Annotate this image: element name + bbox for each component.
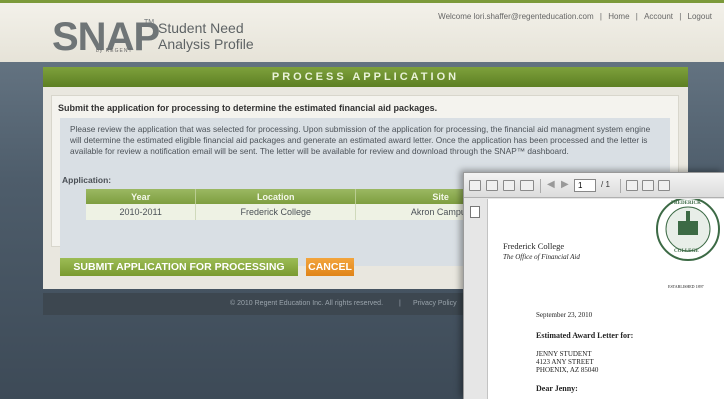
letter-office: The Office of Financial Aid bbox=[503, 253, 580, 261]
seal-bottom-text: COLLEGE bbox=[674, 249, 699, 254]
app-header: SNAP TM by REGENT Student Need Analysis … bbox=[0, 0, 724, 62]
cell-year: 2010-2011 bbox=[86, 204, 197, 220]
application-table: Year Location Site 2010-2011 Frederick C… bbox=[86, 189, 526, 220]
product-name: Student Need Analysis Profile bbox=[158, 20, 254, 52]
top-nav: Welcome lori.shaffer@regenteducation.com… bbox=[438, 12, 712, 21]
nav-home-link[interactable]: Home bbox=[608, 12, 629, 21]
letter-college-name: Frederick College bbox=[503, 241, 565, 251]
panel-title: PROCESS APPLICATION bbox=[43, 67, 688, 87]
page-total: / 1 bbox=[601, 180, 610, 189]
intro-text: Submit the application for processing to… bbox=[58, 103, 438, 113]
fit-width-icon[interactable] bbox=[626, 180, 638, 191]
letter-greeting: Dear Jenny: bbox=[536, 384, 578, 393]
zoom-icon[interactable] bbox=[658, 180, 670, 191]
pdf-viewer-window: ◀ ▶ 1 / 1 Frederick College The Office o… bbox=[463, 172, 724, 399]
next-page-icon[interactable]: ▶ bbox=[561, 179, 569, 190]
save-icon[interactable] bbox=[503, 180, 515, 191]
copyright-text: © 2010 Regent Education Inc. All rights … bbox=[230, 300, 384, 307]
table-row[interactable]: 2010-2011 Frederick College Akron Campus bbox=[86, 204, 526, 220]
seal-established: ESTABLISHED 1897 bbox=[668, 284, 704, 289]
welcome-text: Welcome lori.shaffer@regenteducation.com bbox=[438, 12, 594, 21]
col-year: Year bbox=[86, 189, 197, 204]
nav-logout-link[interactable]: Logout bbox=[688, 12, 712, 21]
cancel-button[interactable]: CANCEL bbox=[306, 258, 354, 276]
open-folder-icon[interactable] bbox=[469, 180, 481, 191]
col-location: Location bbox=[195, 189, 357, 204]
pdf-toolbar: ◀ ▶ 1 / 1 bbox=[464, 173, 724, 198]
letter-city: PHOENIX, AZ 85040 bbox=[536, 366, 599, 374]
letter-title: Estimated Award Letter for: bbox=[536, 331, 634, 340]
pdf-document-page: Frederick College The Office of Financia… bbox=[488, 199, 724, 399]
product-name-line2: Analysis Profile bbox=[158, 36, 254, 52]
email-icon[interactable] bbox=[520, 180, 534, 191]
description-text: Please review the application that was s… bbox=[70, 124, 651, 156]
letter-student-name: JENNY STUDENT bbox=[536, 350, 592, 358]
fit-page-icon[interactable] bbox=[642, 180, 654, 191]
print-icon[interactable] bbox=[486, 180, 498, 191]
prev-page-icon[interactable]: ◀ bbox=[547, 179, 555, 190]
application-label: Application: bbox=[62, 175, 112, 185]
privacy-policy-link[interactable]: Privacy Policy bbox=[413, 293, 457, 315]
product-name-line1: Student Need bbox=[158, 20, 244, 36]
letter-street: 4123 ANY STREET bbox=[536, 358, 594, 366]
page-thumbnail-icon[interactable] bbox=[470, 206, 480, 218]
page-number-input[interactable]: 1 bbox=[574, 179, 596, 192]
logo-trademark: TM bbox=[144, 19, 155, 26]
footer-separator: | bbox=[399, 300, 401, 307]
nav-account-link[interactable]: Account bbox=[644, 12, 673, 21]
submit-application-button[interactable]: SUBMIT APPLICATION FOR PROCESSING bbox=[60, 258, 298, 276]
seal-top-text: FREDERICK bbox=[671, 201, 702, 206]
logo-byline: by REGENT bbox=[96, 48, 133, 54]
pdf-sidebar bbox=[464, 199, 488, 399]
table-header-row: Year Location Site bbox=[86, 189, 526, 204]
letter-date: September 23, 2010 bbox=[536, 311, 593, 319]
cell-location: Frederick College bbox=[195, 204, 357, 220]
